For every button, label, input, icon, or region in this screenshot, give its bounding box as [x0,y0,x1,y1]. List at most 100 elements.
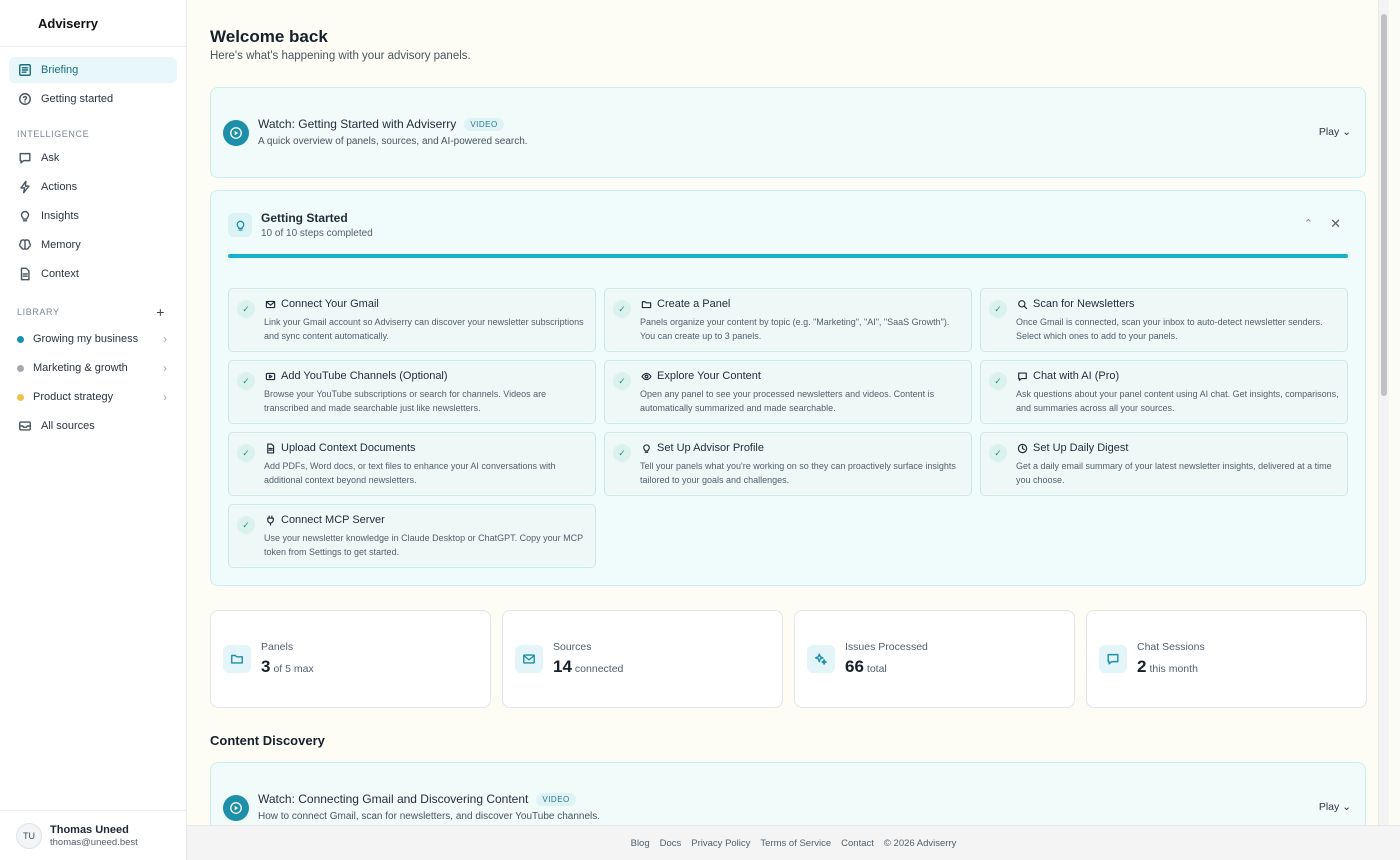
mail-icon [264,298,276,310]
avatar: TU [16,822,42,849]
play-button[interactable]: Play ⌄ [1319,801,1351,813]
step-card[interactable]: ✓ Set Up Advisor Profile Tell your panels … [604,432,972,496]
step-title: Connect MCP Server [264,514,385,526]
step-card[interactable]: ✓ Upload Context Documents Add PDFs, Word … [228,432,596,496]
panel-color-dot [17,393,24,401]
stat-label: Issues Processed [845,641,928,653]
step-card[interactable]: ✓ Add YouTube Channels (Optional) Browse y… [228,360,596,424]
getting-started-progress-text: 10 of 10 steps completed [261,228,373,239]
step-card[interactable]: ✓ Chat with AI (Pro) Ask questions about y… [980,360,1348,424]
nav-item-memory[interactable]: Memory [9,232,177,258]
stat-card-panels: Panels 3 of 5 max [210,610,491,708]
scrollbar[interactable] [1378,0,1389,825]
video-title: Watch: Getting Started with Adviserry VI… [258,117,504,131]
progress-bar [228,254,1348,258]
library-section-label: LIBRARY + [17,304,165,320]
footer-link-contact[interactable]: Contact [841,838,874,849]
step-card[interactable]: ✓ Create a Panel Panels organize your cont… [604,288,972,352]
step-description: Ask questions about your panel content u… [1016,389,1339,413]
video-description: A quick overview of panels, sources, and… [258,136,528,147]
chevron-right-icon[interactable]: › [163,361,167,375]
document-icon [264,442,276,454]
page-subtitle: Here's what's happening with your adviso… [210,50,471,62]
nav-item-insights[interactable]: Insights [9,203,177,229]
progress-fill [228,254,1348,258]
nav-item-actions[interactable]: Actions [9,174,177,200]
nav-label: All sources [41,420,95,432]
chevron-up-icon[interactable]: ⌃ [1304,217,1313,230]
step-card[interactable]: ✓ Set Up Daily Digest Get a daily email su… [980,432,1348,496]
user-name: Thomas Uneed [50,823,129,836]
nav-label: Briefing [41,64,79,76]
stat-value: 3 of 5 max [261,657,314,676]
footer-link-terms[interactable]: Terms of Service [760,838,831,849]
stat-card-sources: Sources 14 connected [502,610,783,708]
stat-label: Sources [553,641,592,653]
library-panel-marketing[interactable]: Marketing & growth › [9,355,177,381]
nav-item-briefing[interactable]: Briefing [9,57,177,83]
nav-label: Context [41,268,79,280]
plug-icon [264,514,276,526]
step-card[interactable]: ✓ Explore Your Content Open any panel to s… [604,360,972,424]
step-description: Link your Gmail account so Adviserry can… [264,317,584,341]
step-title: Chat with AI (Pro) [1016,370,1119,382]
chevron-right-icon[interactable]: › [163,332,167,346]
chevron-down-icon: ⌄ [1342,126,1351,138]
video-badge: VIDEO [536,792,576,806]
brand-logo[interactable]: Adviserry [0,0,186,47]
getting-started-card: Getting Started 10 of 10 steps completed… [210,190,1366,586]
panel-label: Growing my business [33,333,139,345]
step-description: Open any panel to see your processed new… [640,389,935,413]
scrollbar-thumb[interactable] [1381,14,1387,396]
step-card[interactable]: ✓ Scan for Newsletters Once Gmail is conne… [980,288,1348,352]
step-title: Create a Panel [640,298,730,310]
play-circle-icon[interactable] [223,795,249,821]
stat-label: Chat Sessions [1137,641,1205,653]
stat-card-issues: Issues Processed 66 total [794,610,1075,708]
step-card[interactable]: ✓ Connect MCP Server Use your newsletter k… [228,504,596,568]
nav-item-getting-started[interactable]: Getting started [9,86,177,112]
footer-link-blog[interactable]: Blog [631,838,650,849]
close-icon[interactable]: ✕ [1330,216,1341,232]
library-panel-growing[interactable]: Growing my business › [9,326,177,352]
play-button[interactable]: Play ⌄ [1319,126,1351,138]
stat-label: Panels [261,641,294,653]
panel-label: Marketing & growth [33,362,128,374]
chat-icon [17,150,33,166]
nav-label: Getting started [41,93,114,105]
check-icon: ✓ [989,444,1007,462]
chat-icon [1099,645,1127,673]
folder-icon [223,645,251,673]
sparkles-icon [807,645,835,673]
check-icon: ✓ [989,372,1007,390]
footer-link-docs[interactable]: Docs [660,838,682,849]
step-description: Add PDFs, Word docs, or text files to en… [264,461,556,485]
folder-icon [640,298,652,310]
footer-link-privacy[interactable]: Privacy Policy [691,838,750,849]
newspaper-icon [17,62,33,78]
play-circle-icon[interactable] [223,120,249,146]
footer: Blog Docs Privacy Policy Terms of Servic… [187,825,1400,860]
youtube-icon [264,370,276,382]
step-description: Tell your panels what you're working on … [640,461,956,485]
nav-item-all-sources[interactable]: All sources [9,413,177,439]
chevron-right-icon[interactable]: › [163,390,167,404]
step-title: Upload Context Documents [264,442,416,454]
nav-label: Actions [41,181,78,193]
stat-value: 66 total [845,657,887,676]
help-circle-icon [17,91,33,107]
user-profile[interactable]: TU Thomas Uneed thomas@uneed.best [0,810,187,860]
check-icon: ✓ [237,444,255,462]
add-panel-button[interactable]: + [156,304,165,320]
document-icon [17,266,33,282]
check-icon: ✓ [989,300,1007,318]
nav-item-context[interactable]: Context [9,261,177,287]
video-card-getting-started: Watch: Getting Started with Adviserry VI… [210,87,1366,178]
library-panel-product[interactable]: Product strategy › [9,384,177,410]
search-icon [1016,298,1028,310]
step-title: Set Up Advisor Profile [640,442,764,454]
user-email: thomas@uneed.best [50,836,138,848]
content-discovery-heading: Content Discovery [210,733,325,748]
step-card[interactable]: ✓ Connect Your Gmail Link your Gmail accou… [228,288,596,352]
nav-item-ask[interactable]: Ask [9,145,177,171]
